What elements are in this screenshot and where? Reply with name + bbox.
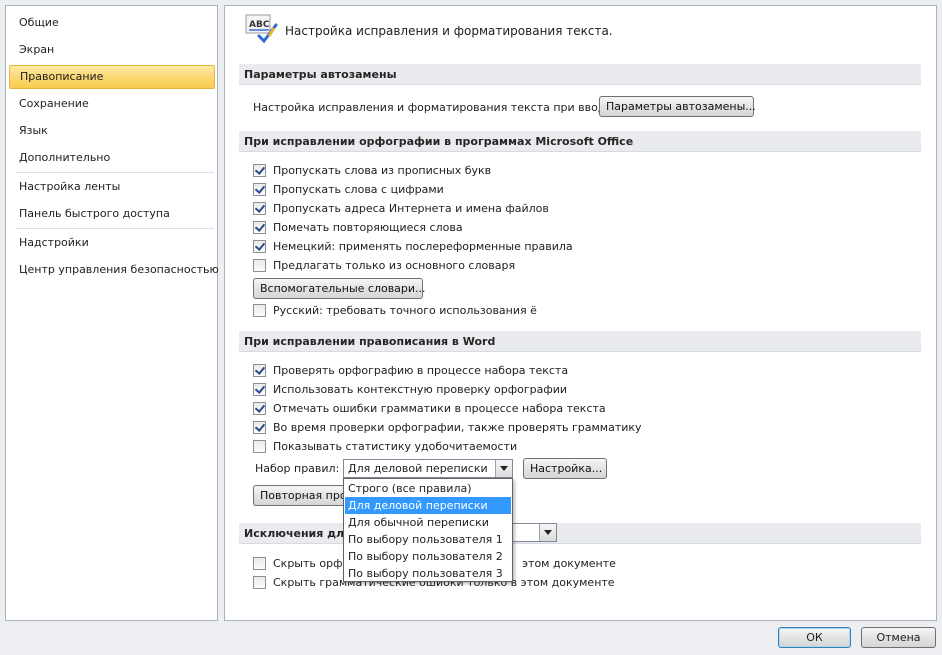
cancel-button[interactable]: Отмена [861,627,936,648]
sidebar-item-general[interactable]: Общие [9,11,215,35]
section-header-autocorrect: Параметры автозамены [239,64,921,85]
page-title: Настройка исправления и форматирования т… [285,24,613,38]
svg-text:ABC: ABC [249,20,270,30]
checkbox[interactable] [253,440,266,453]
grammar-settings-button[interactable]: Настройка... [523,458,607,479]
sidebar-item-display[interactable]: Экран [9,38,215,62]
autocorrect-label: Настройка исправления и форматирования т… [253,101,616,114]
checkbox[interactable] [253,259,266,272]
ruleset-dropdown-list[interactable]: Строго (все правила) Для деловой перепис… [343,478,513,582]
chevron-down-icon[interactable] [495,460,512,477]
sidebar: Общие Экран Правописание Сохранение Язык… [5,5,219,621]
autocorrect-options-button[interactable]: Параметры автозамены... [599,96,756,117]
sidebar-item-quick-access-toolbar[interactable]: Панель быстрого доступа [9,202,215,226]
section-header-office-spelling: При исправлении орфографии в программах … [239,131,921,152]
abc-proofing-icon: ABC [245,14,279,44]
sidebar-item-proofing[interactable]: Правописание [9,65,215,89]
sidebar-item-advanced[interactable]: Дополнительно [9,146,215,170]
dropdown-option[interactable]: По выбору пользователя 1 [345,531,511,548]
dropdown-option[interactable]: Строго (все правила) [345,480,511,497]
checkbox[interactable] [253,183,266,196]
checkbox-label-tail: этом документе [522,557,616,570]
checkbox[interactable] [253,304,266,317]
sidebar-item-save[interactable]: Сохранение [9,92,215,116]
checkbox-label: Русский: требовать точного использования… [273,304,537,317]
custom-dictionaries-button[interactable]: Вспомогательные словари... [253,278,426,299]
checkbox-label: Во время проверки орфографии, также пров… [273,421,642,434]
checkbox-label: Скрыть орфо [273,557,350,570]
checkbox-label: Пропускать слова из прописных букв [273,164,492,177]
checkbox[interactable] [253,421,266,434]
checkbox[interactable] [253,240,266,253]
checkbox[interactable] [253,576,266,589]
ok-button[interactable]: ОК [778,627,851,648]
checkbox-label: Использовать контекстную проверку орфогр… [273,383,568,396]
ruleset-label: Набор правил: [255,462,340,475]
checkbox-label: Пропускать слова с цифрами [273,183,444,196]
section-header-word-spelling: При исправлении правописания в Word [239,331,921,352]
checkbox[interactable] [253,164,266,177]
proofing-options-panel: ABC Настройка исправления и форматирован… [224,5,937,621]
sidebar-item-add-ins[interactable]: Надстройки [9,231,215,255]
chevron-down-icon[interactable] [539,524,556,541]
checkbox-label: Немецкий: применять послереформенные пра… [273,240,573,253]
dropdown-option[interactable]: По выбору пользователя 2 [345,548,511,565]
ruleset-select-value: Для деловой переписки [348,462,488,475]
sidebar-item-customize-ribbon[interactable]: Настройка ленты [9,175,215,199]
dropdown-option[interactable]: По выбору пользователя 3 [345,565,511,582]
section-header-exceptions: Исключения для ф [239,523,921,544]
dropdown-option[interactable]: Для обычной переписки [345,514,511,531]
checkbox-label: Пропускать адреса Интернета и имена файл… [273,202,549,215]
checkbox[interactable] [253,402,266,415]
sidebar-divider [16,172,214,173]
checkbox-label: Предлагать только из основного словаря [273,259,516,272]
ruleset-select[interactable]: Для деловой переписки [343,459,513,478]
sidebar-item-trust-center[interactable]: Центр управления безопасностью [9,258,219,282]
checkbox[interactable] [253,364,266,377]
checkbox[interactable] [253,221,266,234]
sidebar-item-language[interactable]: Язык [9,119,215,143]
dropdown-option-selected[interactable]: Для деловой переписки [345,497,511,514]
checkbox-label: Показывать статистику удобочитаемости [273,440,518,453]
checkbox[interactable] [253,383,266,396]
checkbox[interactable] [253,557,266,570]
checkbox-label: Помечать повторяющиеся слова [273,221,463,234]
checkbox-label: Проверять орфографию в процессе набора т… [273,364,569,377]
sidebar-divider [16,228,214,229]
recheck-document-button[interactable]: Повторная про [253,485,353,506]
checkbox[interactable] [253,202,266,215]
checkbox-label: Отмечать ошибки грамматики в процессе на… [273,402,606,415]
